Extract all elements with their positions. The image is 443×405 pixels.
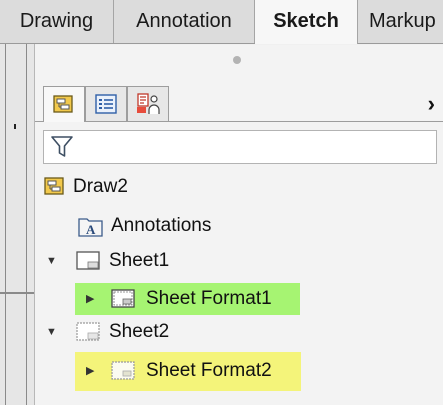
panel-tab-bar: › — [35, 82, 443, 122]
chevron-right-icon[interactable]: › — [428, 91, 435, 117]
sheet-format-icon — [111, 289, 135, 308]
rail-divider — [5, 44, 6, 405]
sheet-icon — [76, 251, 100, 270]
tree-item-sheet-format2[interactable]: Sheet Format2 — [110, 355, 272, 387]
tree-item-sheet2[interactable]: Sheet2 — [75, 316, 169, 348]
tree-item-label: Annotations — [111, 215, 212, 236]
tree-filter-bar[interactable] — [43, 130, 437, 164]
svg-text:A: A — [86, 222, 96, 237]
sheet-format-icon — [111, 361, 135, 380]
propertymanager-tab[interactable] — [85, 86, 127, 121]
tree-item-label: Draw2 — [73, 176, 128, 197]
configuration-icon — [137, 93, 160, 114]
expand-arrow-icon[interactable]: ▶ — [86, 364, 94, 377]
panel-grip-handle[interactable] — [233, 56, 241, 64]
configurationmanager-tab[interactable] — [127, 86, 169, 121]
funnel-icon — [51, 136, 73, 157]
command-manager-tabs: Drawing Annotation Sketch Markup — [0, 0, 443, 44]
annotations-folder-icon: A — [78, 218, 103, 237]
featuremanager-tab[interactable] — [43, 86, 85, 122]
tab-annotation[interactable]: Annotation — [114, 0, 255, 43]
tree-item-label: Sheet Format1 — [146, 288, 272, 309]
tree-root-draw2[interactable]: Draw2 — [43, 171, 128, 203]
tab-drawing[interactable]: Drawing — [0, 0, 114, 43]
tree-item-label: Sheet1 — [109, 250, 170, 271]
tree-item-sheet-format1[interactable]: Sheet Format1 — [110, 283, 272, 315]
sheet-icon — [76, 322, 100, 341]
collapse-arrow-icon[interactable]: ▼ — [46, 255, 57, 267]
tree-item-label: Sheet2 — [109, 321, 170, 342]
expand-arrow-icon[interactable]: ▶ — [86, 292, 94, 305]
rail-divider — [26, 44, 27, 405]
tree-item-annotations[interactable]: A Annotations — [78, 210, 211, 242]
tab-markup[interactable]: Markup — [358, 0, 443, 43]
property-list-icon — [95, 94, 117, 114]
tree-item-sheet1[interactable]: Sheet1 — [75, 245, 169, 277]
left-rail — [0, 44, 35, 405]
drawing-icon — [44, 177, 64, 195]
tree-item-label: Sheet Format2 — [146, 360, 272, 381]
rail-tick — [14, 124, 16, 129]
collapse-arrow-icon[interactable]: ▼ — [46, 326, 57, 338]
drawing-tree-icon — [53, 94, 73, 113]
tab-sketch[interactable]: Sketch — [255, 0, 358, 44]
rail-separator — [0, 292, 34, 294]
